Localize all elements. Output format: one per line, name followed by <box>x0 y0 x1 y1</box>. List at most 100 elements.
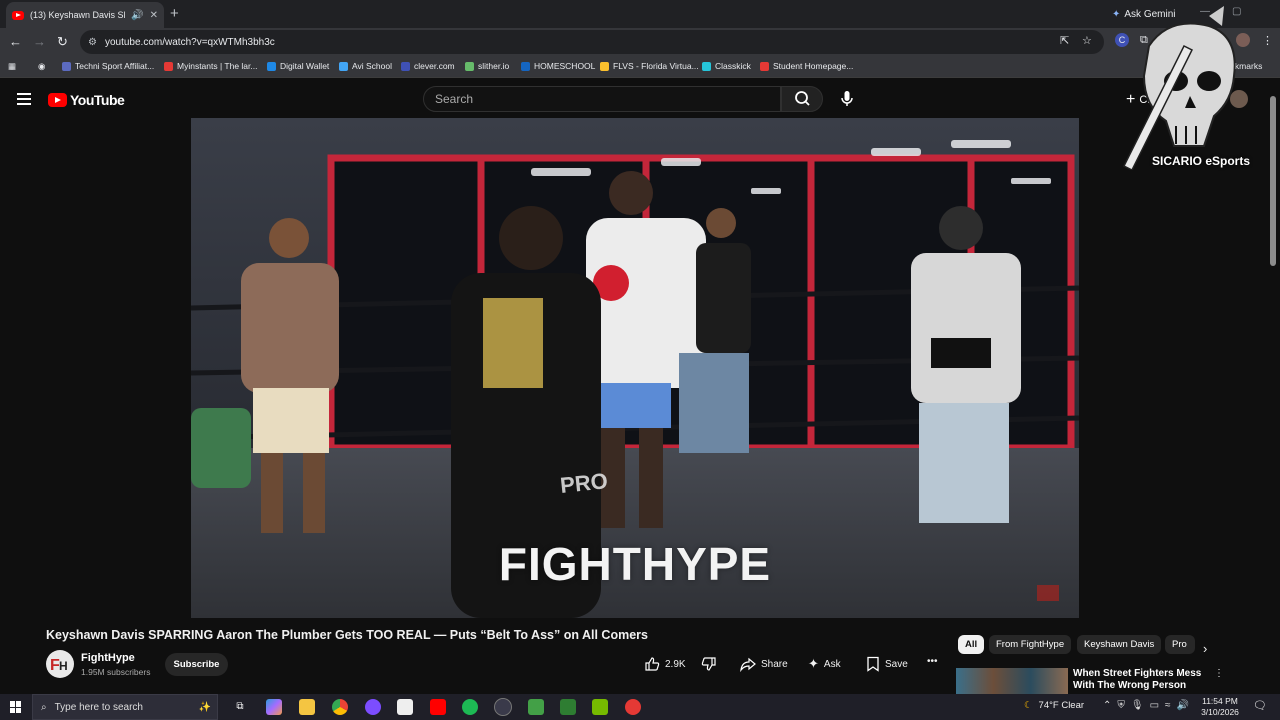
channel-name[interactable]: FightHype <box>81 652 135 664</box>
address-bar[interactable]: ⚙ youtube.com/watch?v=qxWTMh3bh3c <box>80 30 1104 54</box>
bookmark-favicon-icon <box>339 61 348 71</box>
shield-icon[interactable]: ⛨ <box>1117 700 1125 711</box>
apps-grid-icon[interactable]: ▦ <box>8 61 16 72</box>
audio-playing-icon[interactable]: 🔊 <box>131 10 143 21</box>
bookmark-item[interactable]: Digital Wallet <box>267 61 329 71</box>
video-title: Keyshawn Davis SPARRING Aaron The Plumbe… <box>46 628 648 642</box>
app-icon[interactable] <box>365 699 381 715</box>
save-button[interactable]: Save <box>866 656 908 672</box>
chips-next-chevron-icon[interactable]: › <box>1203 641 1207 656</box>
weather-text: 74°F Clear <box>1038 700 1085 711</box>
recommended-video-title[interactable]: When Street Fighters Mess With The Wrong… <box>1073 668 1213 692</box>
bookmark-item[interactable]: Techni Sport Affiliat... <box>62 61 154 71</box>
bookmark-item[interactable]: FLVS - Florida Virtua... <box>600 61 699 71</box>
search-highlight-icon: ✨ <box>198 701 211 713</box>
site-info-icon[interactable]: ⚙ <box>88 37 97 48</box>
taskbar-search-placeholder: Type here to search <box>54 701 143 713</box>
spotify-icon[interactable] <box>462 699 478 715</box>
search-icon: ⌕ <box>41 701 47 713</box>
bookmark-item[interactable]: Student Homepage... <box>760 61 853 71</box>
search-button[interactable] <box>781 86 823 112</box>
app-icon[interactable] <box>397 699 413 715</box>
nvidia-icon[interactable] <box>592 699 608 715</box>
bookmark-favicon-icon <box>521 61 530 71</box>
chrome-active-icon[interactable] <box>494 698 512 716</box>
bookmark-item[interactable]: slither.io <box>465 61 509 71</box>
page-scrollbar[interactable] <box>1270 88 1276 688</box>
recommended-more-icon[interactable]: ⋮ <box>1214 668 1224 679</box>
task-view-icon[interactable]: ⧉ <box>232 699 248 715</box>
video-overlay-watermark: FIGHTHYPE <box>498 538 772 590</box>
bookmark-item[interactable]: HOMESCHOOL <box>521 61 595 71</box>
taskbar-search-input[interactable]: ⌕ Type here to search ✨ <box>32 694 218 720</box>
channel-avatar[interactable]: FH <box>46 650 74 678</box>
volume-icon[interactable]: 🔊 <box>1177 700 1189 711</box>
bookmark-favicon-icon <box>702 61 711 71</box>
chip-all[interactable]: All <box>958 635 985 654</box>
app-icon[interactable] <box>560 699 576 715</box>
search-icon <box>795 91 810 106</box>
chip-keyshawn-davis[interactable]: Keyshawn Davis <box>1077 635 1162 654</box>
share-label: Share <box>761 658 788 670</box>
mic-icon[interactable]: 🎙 <box>1131 700 1144 711</box>
bookmark-item[interactable]: clever.com <box>401 61 455 71</box>
chip-pro[interactable]: Pro <box>1165 635 1195 654</box>
bookmark-item[interactable]: Myinstants | The lar... <box>164 61 257 71</box>
taskbar-clock[interactable]: 11:54 PM 3/10/2026 <box>1200 696 1240 718</box>
more-actions-icon[interactable]: ••• <box>927 656 938 667</box>
youtube-play-icon <box>48 93 67 107</box>
bookmark-favicon-icon <box>600 61 609 71</box>
thumbs-up-icon <box>645 657 660 671</box>
bookmark-item[interactable]: Avi School <box>339 61 392 71</box>
battery-icon[interactable]: ▭ <box>1150 700 1159 711</box>
app-icon[interactable] <box>625 699 641 715</box>
fighthype-logo-icon: FH <box>50 657 68 674</box>
scrollbar-thumb[interactable] <box>1270 96 1276 266</box>
weather-widget[interactable]: ☾ 74°F Clear <box>1024 700 1084 711</box>
sparkle-icon: ✦ <box>808 656 819 671</box>
windows-taskbar: ⌕ Type here to search ✨ ⧉ ☾ 74°F Clear ⌃… <box>0 694 1280 720</box>
copilot-icon[interactable] <box>266 699 282 715</box>
browser-tab-strip: (13) Keyshawn Davis SPARRI 🔊 ✕ + ✦ Ask G… <box>0 0 1280 28</box>
globe-icon[interactable]: ◉ <box>38 61 45 72</box>
notification-center-icon[interactable]: 🗨 <box>1252 698 1268 714</box>
search-input[interactable]: Search <box>423 86 781 112</box>
bookmark-item[interactable]: Classkick <box>702 61 751 71</box>
back-arrow-icon[interactable]: ← <box>9 34 22 49</box>
youtube-logo[interactable]: YouTube <box>48 92 125 108</box>
hamburger-menu-icon[interactable] <box>17 93 31 105</box>
subscribe-button[interactable]: Subscribe <box>165 653 228 676</box>
wifi-icon[interactable]: ≈ <box>1165 700 1171 711</box>
reload-icon[interactable]: ↻ <box>57 34 68 50</box>
dislike-button[interactable] <box>701 656 717 672</box>
forward-arrow-icon[interactable]: → <box>33 34 46 49</box>
windows-start-icon[interactable] <box>10 701 22 713</box>
svg-text:PRO: PRO <box>559 468 609 498</box>
share-button[interactable]: Share <box>740 656 788 672</box>
recommended-video-thumbnail[interactable] <box>956 668 1068 694</box>
cast-icon[interactable]: ⇱ <box>1060 34 1069 47</box>
bookmark-save-icon <box>867 656 879 672</box>
weather-moon-icon: ☾ <box>1024 700 1033 711</box>
ask-label: Ask <box>823 658 841 670</box>
app-icon[interactable] <box>528 699 544 715</box>
ask-button[interactable]: ✦ Ask <box>808 656 841 672</box>
voice-search-button[interactable] <box>834 86 860 112</box>
youtube-app-icon[interactable] <box>430 699 446 715</box>
bookmark-favicon-icon <box>62 61 71 71</box>
like-button[interactable]: 2.9K <box>644 656 686 672</box>
bookmark-favicon-icon <box>401 61 410 71</box>
youtube-favicon-icon <box>12 10 24 20</box>
bookmark-star-icon[interactable]: ☆ <box>1082 34 1092 47</box>
chrome-icon[interactable] <box>332 699 348 715</box>
bookmark-favicon-icon <box>465 61 474 71</box>
url-text[interactable]: youtube.com/watch?v=qxWTMh3bh3c <box>105 37 275 48</box>
new-tab-button[interactable]: + <box>170 5 179 22</box>
clock-date: 3/10/2026 <box>1201 707 1239 717</box>
browser-toolbar: ← → ↻ ⚙ youtube.com/watch?v=qxWTMh3bh3c … <box>0 28 1280 56</box>
file-explorer-icon[interactable] <box>299 699 315 715</box>
tab-close-icon[interactable]: ✕ <box>150 10 158 21</box>
browser-tab-active[interactable]: (13) Keyshawn Davis SPARRI 🔊 ✕ <box>6 2 164 28</box>
chip-from-fighthype[interactable]: From FightHype <box>989 635 1072 654</box>
chevron-up-icon[interactable]: ⌃ <box>1103 700 1111 711</box>
